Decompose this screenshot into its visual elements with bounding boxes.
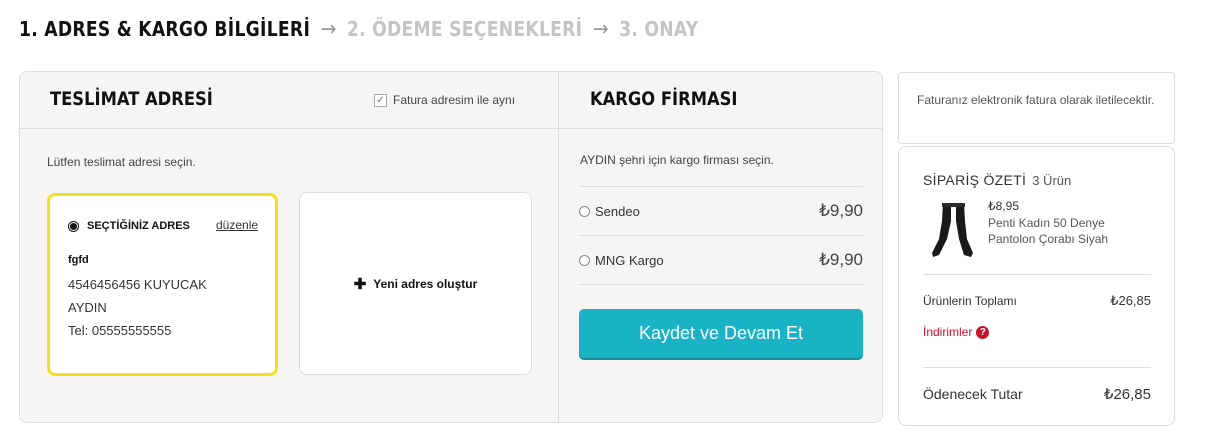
new-address-button[interactable]: ✚ Yeni adres oluştur — [299, 192, 532, 375]
step-address: 1. ADRES & KARGO BİLGİLERİ — [19, 17, 311, 41]
new-address-label: Yeni adres oluştur — [373, 276, 478, 291]
einvoice-notice: Faturanız elektronik fatura olarak ileti… — [898, 72, 1175, 144]
delivery-hint: Lütfen teslimat adresi seçin. — [47, 155, 196, 169]
product-image[interactable] — [929, 199, 981, 261]
selected-address-card[interactable]: SEÇTİĞİNİZ ADRES düzenle fgfd 4546456456… — [47, 193, 278, 376]
address-name: fgfd — [68, 254, 89, 266]
save-continue-button[interactable]: Kaydet ve Devam Et — [579, 309, 863, 358]
cargo-section: KARGO FİRMASI AYDIN şehri için kargo fir… — [558, 72, 882, 422]
cargo-option-name: Sendeo — [595, 203, 640, 219]
discounts-row: İndirimler ? — [923, 325, 1151, 339]
arrow-right-icon: → — [592, 16, 609, 42]
cargo-options: Sendeo ₺9,90 MNG Kargo ₺9,90 — [579, 186, 863, 285]
checkmark-icon[interactable]: ✓ — [374, 93, 387, 107]
same-billing-checkbox[interactable]: ✓ Fatura adresim ile aynı — [374, 93, 515, 107]
delivery-header: TESLİMAT ADRESİ ✓ Fatura adresim ile ayn… — [20, 72, 558, 129]
edit-address-link[interactable]: düzenle — [216, 218, 258, 232]
cargo-option-price: ₺9,90 — [819, 250, 863, 269]
cargo-option-name: MNG Kargo — [595, 252, 664, 268]
total-label: Ödenecek Tutar — [923, 386, 1023, 402]
discounts-label: İndirimler — [923, 325, 973, 339]
subtotal-label: Ürünlerin Toplamı — [923, 294, 1017, 308]
cargo-option-price: ₺9,90 — [819, 201, 863, 220]
address-line-1: 4546456456 KUYUCAK — [68, 277, 207, 292]
summary-item-count: 3 Ürün — [1032, 173, 1072, 188]
address-phone: Tel: 05555555555 — [68, 323, 172, 338]
cargo-header: KARGO FİRMASI — [559, 72, 882, 129]
address-line-2: AYDIN — [68, 300, 107, 315]
divider — [923, 274, 1151, 275]
delivery-title: TESLİMAT ADRESİ — [50, 88, 213, 110]
selected-address-radio[interactable]: SEÇTİĞİNİZ ADRES — [68, 220, 190, 232]
radio-checked-icon[interactable] — [68, 220, 79, 232]
step-payment[interactable]: 2. ÖDEME SEÇENEKLERİ — [347, 17, 582, 41]
product-price: ₺8,95 — [988, 199, 1019, 213]
cargo-option-sendeo[interactable]: Sendeo ₺9,90 — [579, 187, 863, 236]
cargo-option-mng[interactable]: MNG Kargo ₺9,90 — [579, 236, 863, 285]
same-billing-label: Fatura adresim ile aynı — [393, 93, 516, 107]
cargo-hint: AYDIN şehri için kargo firması seçin. — [580, 153, 774, 167]
question-mark-icon[interactable]: ? — [976, 325, 990, 339]
discounts-toggle[interactable]: İndirimler ? — [923, 325, 990, 339]
cargo-title: KARGO FİRMASI — [590, 88, 738, 110]
order-summary: SİPARİŞ ÖZETİ 3 Ürün ₺8,95 Penti Kadın 50… — [898, 146, 1175, 426]
subtotal-value: ₺26,85 — [1110, 293, 1151, 308]
radio-unchecked-icon[interactable] — [579, 254, 590, 266]
subtotal-row: Ürünlerin Toplamı ₺26,85 — [923, 293, 1151, 309]
radio-unchecked-icon[interactable] — [579, 205, 590, 217]
selected-address-label: SEÇTİĞİNİZ ADRES — [87, 220, 190, 232]
delivery-address-section: TESLİMAT ADRESİ ✓ Fatura adresim ile ayn… — [20, 72, 558, 422]
address-cargo-panel: TESLİMAT ADRESİ ✓ Fatura adresim ile ayn… — [19, 71, 883, 423]
checkout-steps: 1. ADRES & KARGO BİLGİLERİ → 2. ÖDEME SE… — [19, 14, 699, 44]
step-confirm[interactable]: 3. ONAY — [619, 17, 698, 41]
summary-title-text: SİPARİŞ ÖZETİ — [923, 172, 1027, 188]
total-value: ₺26,85 — [1103, 386, 1151, 403]
arrow-right-icon: → — [320, 16, 337, 42]
divider — [923, 367, 1151, 368]
product-name[interactable]: Penti Kadın 50 Denye Pantolon Çorabı Siy… — [988, 215, 1138, 247]
summary-title: SİPARİŞ ÖZETİ 3 Ürün — [923, 172, 1071, 188]
plus-icon: ✚ — [353, 275, 367, 293]
total-row: Ödenecek Tutar ₺26,85 — [923, 385, 1151, 403]
